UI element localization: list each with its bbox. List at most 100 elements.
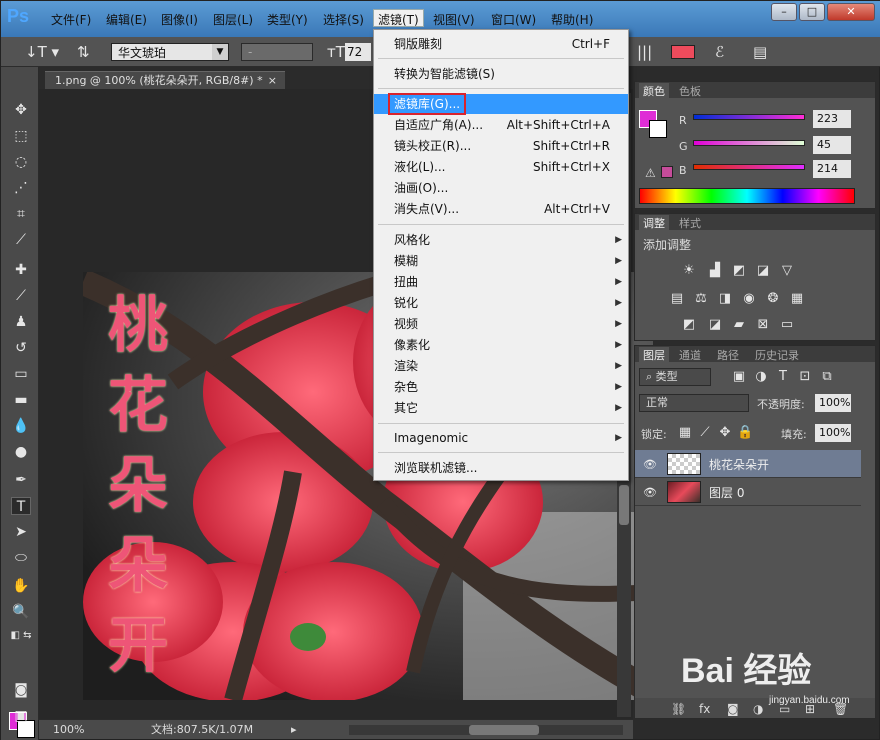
b-slider[interactable] bbox=[693, 164, 805, 170]
menu-item-convert-smart[interactable]: 转换为智能滤镜(S) bbox=[374, 64, 628, 84]
channel-mixer-icon[interactable]: ❂ bbox=[765, 292, 781, 306]
layer-filter-select[interactable]: ⌕ 类型 bbox=[639, 368, 711, 386]
font-family-select[interactable]: 华文琥珀 ▼ bbox=[111, 43, 229, 61]
gamut-swatch[interactable] bbox=[661, 166, 673, 178]
tab-channels[interactable]: 通道 bbox=[675, 347, 705, 362]
crop-tool-icon[interactable]: ⌗ bbox=[11, 205, 31, 223]
lock-transparent-icon[interactable]: ▦ bbox=[677, 426, 693, 440]
menu-image[interactable]: 图像(I) bbox=[161, 11, 198, 29]
menu-item-filter-gallery[interactable]: 滤镜库(G)... bbox=[374, 93, 628, 115]
zoom-level[interactable]: 100% bbox=[53, 720, 84, 740]
text-align-icon[interactable]: ||| bbox=[637, 43, 652, 61]
blur-tool-icon[interactable]: 💧 bbox=[11, 417, 31, 435]
character-panel-icon[interactable]: ▤ bbox=[753, 43, 767, 61]
type-tool-preset-icon[interactable]: ↓T ▾ bbox=[25, 43, 59, 61]
add-mask-icon[interactable]: ◙ bbox=[727, 702, 739, 716]
menu-window[interactable]: 窗口(W) bbox=[491, 11, 536, 29]
menu-item-liquify[interactable]: 液化(L)... Shift+Ctrl+X bbox=[374, 157, 628, 177]
toggle-orientation-icon[interactable]: ⇅ bbox=[77, 43, 90, 61]
eyedropper-tool-icon[interactable]: ⟋ bbox=[11, 231, 31, 249]
warning-icon[interactable]: ⚠ bbox=[645, 166, 656, 180]
text-color-swatch[interactable] bbox=[671, 45, 695, 59]
gradient-map-icon[interactable]: ▭ bbox=[779, 318, 795, 332]
black-white-icon[interactable]: ◨ bbox=[717, 292, 733, 306]
b-value[interactable]: 214 bbox=[813, 160, 851, 178]
eraser-tool-icon[interactable]: ▭ bbox=[11, 365, 31, 383]
threshold-icon[interactable]: ▰ bbox=[731, 318, 747, 332]
tab-swatches[interactable]: 色板 bbox=[675, 83, 705, 98]
maximize-button[interactable]: □ bbox=[799, 3, 825, 21]
menu-item-sharpen[interactable]: 锐化 ▶ bbox=[374, 293, 628, 313]
blend-mode-select[interactable]: 正常 bbox=[639, 394, 749, 412]
scroll-thumb[interactable] bbox=[469, 725, 539, 735]
marquee-tool-icon[interactable]: ⬚ bbox=[11, 127, 31, 145]
menu-help[interactable]: 帮助(H) bbox=[551, 11, 593, 29]
menu-item-video[interactable]: 视频 ▶ bbox=[374, 314, 628, 334]
opacity-field[interactable]: 100% bbox=[815, 394, 851, 412]
menu-item-noise[interactable]: 杂色 ▶ bbox=[374, 377, 628, 397]
tab-paths[interactable]: 路径 bbox=[713, 347, 743, 362]
pen-tool-icon[interactable]: ✒ bbox=[11, 471, 31, 489]
r-slider[interactable] bbox=[693, 114, 805, 120]
invert-icon[interactable]: ◩ bbox=[681, 318, 697, 332]
menu-item-adaptive-wide-angle[interactable]: 自适应广角(A)... Alt+Shift+Ctrl+A bbox=[374, 115, 628, 135]
brightness-icon[interactable]: ☀ bbox=[681, 264, 697, 278]
curves-icon[interactable]: ◩ bbox=[731, 264, 747, 278]
move-tool-icon[interactable]: ✥ bbox=[11, 101, 31, 119]
brush-tool-icon[interactable]: ⟋ bbox=[11, 287, 31, 305]
type-filter-icon[interactable]: T bbox=[775, 370, 791, 384]
visibility-eye-icon[interactable]: 👁 bbox=[643, 458, 657, 471]
chevron-right-icon[interactable]: ▸ bbox=[291, 720, 297, 740]
scroll-thumb[interactable] bbox=[619, 485, 629, 525]
dodge-tool-icon[interactable]: ● bbox=[11, 443, 31, 461]
menu-item-lens-correction[interactable]: 镜头校正(R)... Shift+Ctrl+R bbox=[374, 136, 628, 156]
history-brush-tool-icon[interactable]: ↺ bbox=[11, 339, 31, 357]
menu-item-distort[interactable]: 扭曲 ▶ bbox=[374, 272, 628, 292]
menu-file[interactable]: 文件(F) bbox=[51, 11, 91, 29]
exposure-icon[interactable]: ◪ bbox=[755, 264, 771, 278]
lock-image-icon[interactable]: ⟋ bbox=[697, 426, 713, 440]
layer-row[interactable]: 👁 图层 0 bbox=[635, 478, 861, 506]
document-tab[interactable]: 1.png @ 100% (桃花朵朵开, RGB/8#) * × bbox=[45, 71, 285, 89]
lasso-tool-icon[interactable]: ◌ bbox=[11, 153, 31, 171]
close-button[interactable]: ✕ bbox=[827, 3, 875, 21]
menu-item-last-filter[interactable]: 铜版雕刻 Ctrl+F bbox=[374, 34, 628, 54]
menu-view[interactable]: 视图(V) bbox=[433, 11, 475, 29]
fill-field[interactable]: 100% bbox=[815, 424, 851, 442]
menu-layer[interactable]: 图层(L) bbox=[213, 11, 253, 29]
background-color-swatch[interactable] bbox=[649, 120, 667, 138]
new-adjustment-icon[interactable]: ◑ bbox=[753, 702, 763, 716]
link-layers-icon[interactable]: ⛓ bbox=[671, 702, 686, 716]
warp-text-icon[interactable]: ℰ bbox=[715, 43, 724, 61]
g-value[interactable]: 45 bbox=[813, 136, 851, 154]
layer-row[interactable]: 👁 桃花朵朵开 bbox=[635, 450, 861, 478]
menu-item-render[interactable]: 渲染 ▶ bbox=[374, 356, 628, 376]
menu-item-other[interactable]: 其它 ▶ bbox=[374, 398, 628, 418]
pixel-filter-icon[interactable]: ▣ bbox=[731, 370, 747, 384]
screen-mode-icon[interactable]: ▣ bbox=[11, 707, 31, 725]
hue-saturation-icon[interactable]: ▤ bbox=[669, 292, 685, 306]
close-tab-icon[interactable]: × bbox=[268, 72, 277, 90]
shape-filter-icon[interactable]: ⊡ bbox=[797, 370, 813, 384]
swap-colors-icon[interactable]: ◧ ⇆ bbox=[7, 627, 35, 645]
shape-tool-icon[interactable]: ⬭ bbox=[11, 549, 31, 567]
path-select-tool-icon[interactable]: ➤ bbox=[11, 523, 31, 541]
layer-name[interactable]: 桃花朵朵开 bbox=[709, 456, 769, 473]
fx-icon[interactable]: fx bbox=[699, 702, 710, 716]
healing-brush-tool-icon[interactable]: ✚ bbox=[11, 261, 31, 279]
tab-history[interactable]: 历史记录 bbox=[751, 347, 803, 362]
tab-adjustments[interactable]: 调整 bbox=[639, 215, 669, 230]
color-balance-icon[interactable]: ⚖ bbox=[693, 292, 709, 306]
visibility-eye-icon[interactable]: 👁 bbox=[643, 486, 657, 499]
type-tool-icon[interactable]: T bbox=[11, 497, 31, 515]
menu-type[interactable]: 类型(Y) bbox=[267, 11, 308, 29]
smart-object-filter-icon[interactable]: ⧉ bbox=[819, 370, 835, 384]
menu-select[interactable]: 选择(S) bbox=[323, 11, 364, 29]
quick-select-tool-icon[interactable]: ⋰ bbox=[11, 179, 31, 197]
selective-color-icon[interactable]: ⊠ bbox=[755, 318, 771, 332]
g-slider[interactable] bbox=[693, 140, 805, 146]
posterize-icon[interactable]: ◪ bbox=[707, 318, 723, 332]
quick-mask-icon[interactable]: ◙ bbox=[11, 681, 31, 699]
menu-edit[interactable]: 编辑(E) bbox=[106, 11, 147, 29]
adjustment-filter-icon[interactable]: ◑ bbox=[753, 370, 769, 384]
